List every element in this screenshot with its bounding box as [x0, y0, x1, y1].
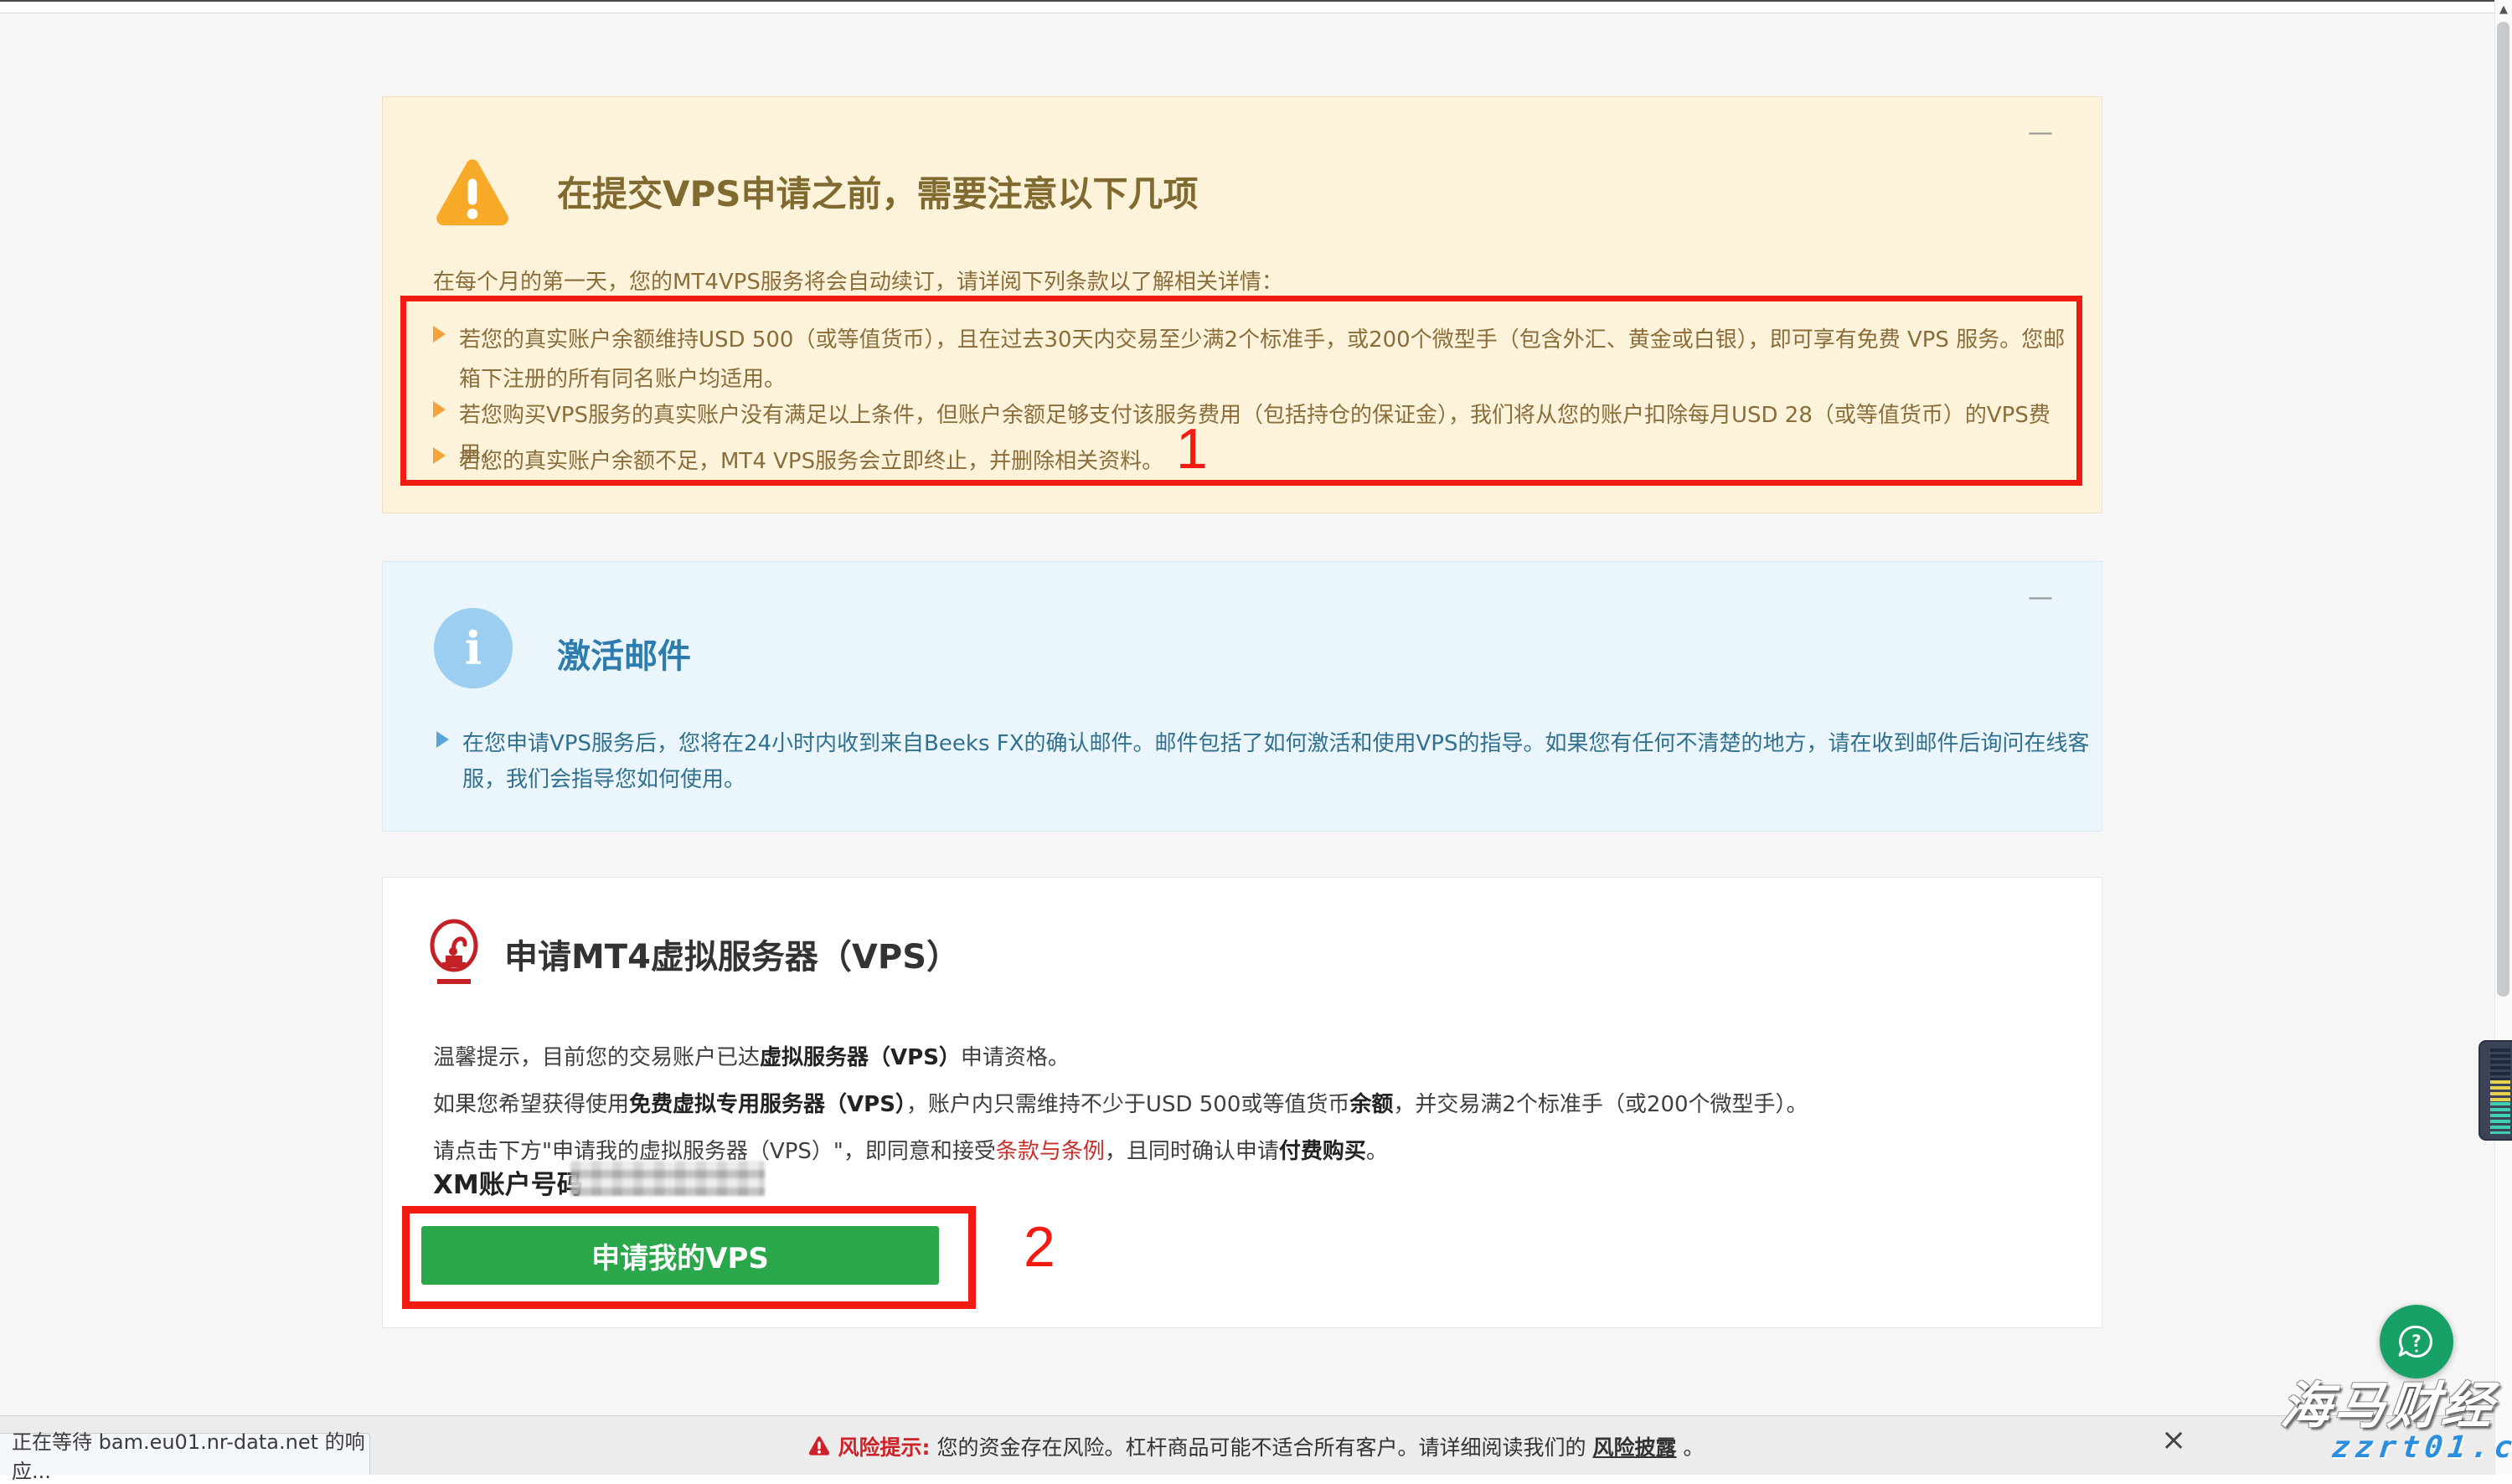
text-segment: 申请资格。: [961, 1045, 1070, 1070]
risk-disclosure-link[interactable]: 风险披露: [1592, 1431, 1676, 1461]
window-top-edge: [0, 0, 2512, 2]
risk-warning-bar: 风险提示: 您的资金存在风险。杠杆商品可能不适合所有客户。请详细阅读我们的风险披…: [0, 1415, 2512, 1475]
annotation-number-1: 1: [1176, 420, 1208, 477]
text-segment-bold: 免费虚拟专用服务器（VPS）: [629, 1092, 906, 1117]
collapse-dash-icon[interactable]: —: [2028, 585, 2053, 611]
text-segment: ，账户内只需维持不少于USD 500或等值货币: [906, 1092, 1349, 1117]
annotation-box-2: [402, 1206, 976, 1309]
risk-label: 风险提示:: [838, 1431, 930, 1461]
browser-status-tooltip: 正在等待 bam.eu01.nr-data.net 的响应...: [0, 1433, 370, 1475]
text-segment: 。: [1366, 1139, 1388, 1164]
risk-text-suffix: 。: [1684, 1431, 1705, 1461]
bullet-text: 在您申请VPS服务后，您将在24小时内收到来自Beeks FX的确认邮件。邮件包…: [462, 726, 2104, 798]
collapse-dash-icon[interactable]: —: [2028, 121, 2053, 146]
account-number-redacted: [570, 1161, 765, 1196]
watermark-url: zzrt01.cn: [2330, 1430, 2512, 1465]
question-bubble-icon: ?: [2393, 1318, 2440, 1365]
info-icon: i: [434, 608, 513, 688]
meter-stripes-dark: [2490, 1049, 2510, 1080]
text-segment-bold: 余额: [1349, 1092, 1393, 1117]
activation-email-panel: — i 激活邮件 在您申请VPS服务后，您将在24小时内收到来自Beeks FX…: [382, 561, 2102, 832]
warning-intro-text: 在每个月的第一天，您的MT4VPS服务将会自动续订，请详阅下列条款以了解相关详情…: [433, 265, 1283, 296]
text-segment: ，并交易满2个标准手（或200个微型手）。: [1393, 1092, 1808, 1117]
meter-stripes: [2490, 1049, 2510, 1134]
text-segment: 如果您希望获得使用: [433, 1092, 629, 1117]
risk-warning-content: 风险提示: 您的资金存在风险。杠杆商品可能不适合所有客户。请详细阅读我们的风险披…: [0, 1416, 2512, 1476]
close-icon[interactable]: ×: [2161, 1425, 2186, 1456]
watermark-brand: 海马财经: [2277, 1365, 2499, 1438]
warning-triangle-icon: [431, 156, 513, 229]
apply-note-1: 温馨提示，目前您的交易账户已达虚拟服务器（VPS）申请资格。: [433, 1040, 1070, 1071]
extension-meter-widget[interactable]: [2478, 1040, 2512, 1141]
stamp-icon: [427, 919, 481, 986]
meter-stripes-yellow: [2490, 1080, 2510, 1102]
apply-panel-title: 申请MT4虚拟服务器（VPS）: [504, 930, 960, 978]
apply-note-2: 如果您希望获得使用免费虚拟专用服务器（VPS），账户内只需维持不少于USD 50…: [433, 1087, 1808, 1118]
bullet-arrow-icon: [436, 731, 449, 748]
help-chat-button[interactable]: ?: [2380, 1305, 2453, 1378]
annotation-number-2: 2: [1024, 1219, 1055, 1275]
info-panel-title: 激活邮件: [557, 629, 691, 678]
annotation-box-1: [400, 296, 2082, 486]
text-segment: 温馨提示，目前您的交易账户已达: [433, 1045, 760, 1070]
text-segment-bold: 付费购买: [1279, 1139, 1366, 1164]
scroll-up-icon[interactable]: ▲: [2495, 2, 2512, 18]
risk-text: 您的资金存在风险。杠杆商品可能不适合所有客户。请详细阅读我们的: [936, 1431, 1586, 1461]
risk-warning-icon: [807, 1435, 831, 1456]
scrollbar-thumb[interactable]: [2497, 22, 2509, 997]
meter-stripes-teal: [2490, 1102, 2510, 1134]
status-text: 正在等待 bam.eu01.nr-data.net 的响应...: [12, 1425, 369, 1484]
warning-panel-title: 在提交VPS申请之前，需要注意以下几项: [557, 166, 1199, 217]
xm-account-label: XM账户号码: [433, 1163, 583, 1201]
svg-text:?: ?: [2411, 1332, 2422, 1351]
text-segment: ，且同时确认申请: [1105, 1139, 1279, 1164]
text-segment-bold: 虚拟服务器（VPS）: [760, 1045, 961, 1070]
terms-link[interactable]: 条款与条例: [996, 1139, 1105, 1164]
list-item: 在您申请VPS服务后，您将在24小时内收到来自Beeks FX的确认邮件。邮件包…: [436, 726, 2104, 798]
